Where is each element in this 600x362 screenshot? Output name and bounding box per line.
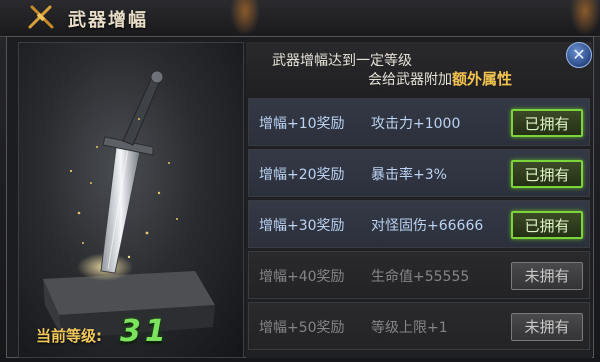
crossed-swords-icon [26, 3, 56, 31]
reward-level-label: 增幅+50奖励 [259, 320, 345, 336]
reward-effect: 攻击力+1000 [371, 116, 461, 132]
reward-status-button[interactable]: 未拥有 [511, 313, 583, 341]
reward-level-label: 增幅+30奖励 [259, 218, 345, 234]
weapon-enhance-window: 武器增幅 当前等级: 31 武器增幅达到一定等级 会给武器附加额外属性 ✕ 增幅… [0, 0, 600, 362]
reward-effect: 暴击率+3% [371, 167, 447, 183]
reward-status-button[interactable]: 已拥有 [511, 211, 583, 239]
reward-level-label: 增幅+20奖励 [259, 167, 345, 183]
reward-effect: 生命值+55555 [371, 269, 470, 285]
title-bar: 武器增幅 [0, 0, 600, 37]
reward-level-label: 增幅+10奖励 [259, 116, 345, 132]
description-line-2-prefix: 会给武器附加 [368, 72, 452, 88]
title-ornament-left [230, 0, 260, 36]
description-line-1: 武器增幅达到一定等级 [272, 53, 412, 69]
title-ornament-right [570, 0, 600, 36]
reward-row: 增幅+30奖励 对怪固伤+66666 已拥有 [248, 200, 590, 248]
reward-row: 增幅+20奖励 暴击率+3% 已拥有 [248, 149, 590, 197]
reward-status-button[interactable]: 未拥有 [511, 262, 583, 290]
reward-row: 增幅+50奖励 等级上限+1 未拥有 [248, 302, 590, 350]
description-line-2: 会给武器附加额外属性 [368, 68, 512, 89]
reward-row: 增幅+40奖励 生命值+55555 未拥有 [248, 251, 590, 299]
current-level-label: 当前等级: [36, 327, 102, 345]
current-level-value: 31 [120, 314, 170, 349]
reward-status-button[interactable]: 已拥有 [511, 109, 583, 137]
extra-attribute-highlight: 额外属性 [452, 70, 513, 88]
weapon-artwork [18, 42, 244, 358]
window-title: 武器增幅 [68, 10, 148, 31]
close-button[interactable]: ✕ [566, 42, 592, 68]
reward-level-label: 增幅+40奖励 [259, 269, 345, 285]
reward-effect: 对怪固伤+66666 [371, 218, 484, 234]
reward-row: 增幅+10奖励 攻击力+1000 已拥有 [248, 98, 590, 146]
reward-effect: 等级上限+1 [371, 320, 448, 336]
reward-status-button[interactable]: 已拥有 [511, 160, 583, 188]
close-icon: ✕ [572, 45, 586, 64]
